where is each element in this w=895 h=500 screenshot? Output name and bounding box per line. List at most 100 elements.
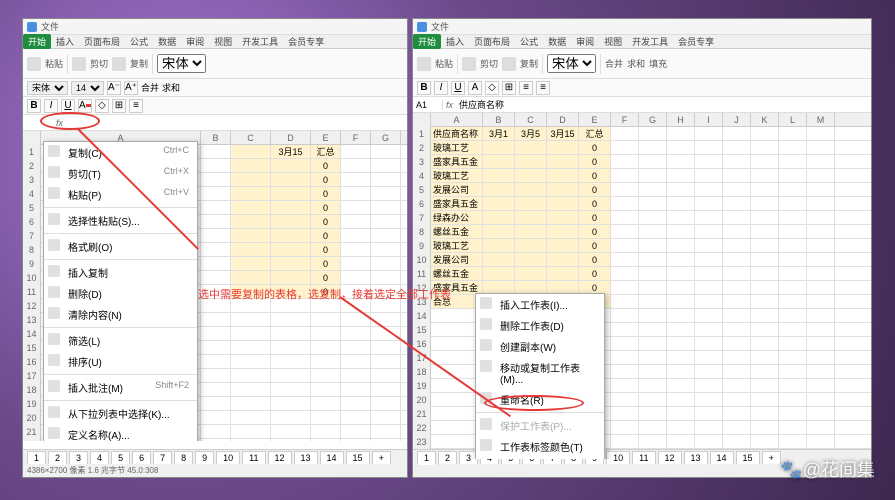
- fx-icon[interactable]: fx: [443, 100, 456, 110]
- tab-页面布局[interactable]: 页面布局: [79, 34, 125, 49]
- col-head[interactable]: H: [667, 113, 695, 126]
- cell[interactable]: [547, 239, 579, 252]
- cell[interactable]: [639, 253, 667, 266]
- cell[interactable]: [483, 253, 515, 266]
- cell[interactable]: [751, 197, 779, 210]
- cell[interactable]: [547, 197, 579, 210]
- cell[interactable]: [807, 211, 835, 224]
- cell[interactable]: 供应商名称: [431, 127, 483, 140]
- menu-item[interactable]: 删除工作表(D): [476, 315, 606, 336]
- cell[interactable]: [639, 239, 667, 252]
- cell[interactable]: [611, 295, 639, 308]
- cell[interactable]: [611, 127, 639, 140]
- paste-icon[interactable]: [417, 57, 431, 71]
- cell[interactable]: [639, 183, 667, 196]
- cell[interactable]: [779, 169, 807, 182]
- cell[interactable]: [723, 197, 751, 210]
- sheet-tab[interactable]: 15: [346, 451, 370, 464]
- cell[interactable]: [201, 173, 231, 186]
- bold-button[interactable]: B: [417, 81, 431, 95]
- cell[interactable]: [547, 183, 579, 196]
- italic-button[interactable]: I: [44, 99, 58, 113]
- cell[interactable]: [611, 211, 639, 224]
- cell[interactable]: [401, 257, 407, 270]
- menu-item[interactable]: 筛选(L): [44, 330, 197, 351]
- cell[interactable]: 0: [311, 229, 341, 242]
- menu-item[interactable]: 创建副本(W): [476, 336, 606, 357]
- cell[interactable]: [723, 239, 751, 252]
- grid[interactable]: ABCDEFGHIJKLM 1供应商名称3月1日3月5日3月15汇总2玻璃工艺0…: [413, 113, 871, 459]
- tab-开始[interactable]: 开始: [23, 34, 51, 49]
- cell[interactable]: [695, 127, 723, 140]
- cell[interactable]: [201, 229, 231, 242]
- sheet-tab[interactable]: 14: [710, 451, 734, 464]
- cell[interactable]: [695, 183, 723, 196]
- cell[interactable]: [667, 239, 695, 252]
- cell[interactable]: [807, 253, 835, 266]
- sheet-tab[interactable]: 10: [216, 451, 240, 464]
- cell[interactable]: [547, 225, 579, 238]
- cell[interactable]: 玻璃工艺: [431, 239, 483, 252]
- sheet-tab[interactable]: 14: [320, 451, 344, 464]
- sheet-tab[interactable]: 9: [195, 451, 214, 464]
- menu-item[interactable]: 定义名称(A)...: [44, 424, 197, 441]
- cell[interactable]: [371, 145, 401, 158]
- cell[interactable]: [483, 211, 515, 224]
- cell[interactable]: [695, 267, 723, 280]
- fill-color[interactable]: ◇: [485, 81, 499, 95]
- cell[interactable]: [271, 229, 311, 242]
- sheet-tab[interactable]: 8: [174, 451, 193, 464]
- cell[interactable]: [341, 215, 371, 228]
- cell[interactable]: [515, 197, 547, 210]
- col-head[interactable]: A: [431, 113, 483, 126]
- cell[interactable]: 玻璃工艺: [431, 141, 483, 154]
- cell[interactable]: [807, 155, 835, 168]
- tab-开发工具[interactable]: 开发工具: [237, 34, 283, 49]
- menu-item[interactable]: 格式刷(O): [44, 236, 197, 257]
- cell[interactable]: 0: [311, 201, 341, 214]
- cell[interactable]: [611, 267, 639, 280]
- cell[interactable]: [231, 159, 271, 172]
- col-head[interactable]: L: [779, 113, 807, 126]
- sheet-tab[interactable]: 13: [684, 451, 708, 464]
- cell[interactable]: [639, 211, 667, 224]
- font-color[interactable]: A: [468, 81, 482, 95]
- sheet-tab[interactable]: 3: [69, 451, 88, 464]
- cell[interactable]: [723, 127, 751, 140]
- sheet-tab[interactable]: 10: [606, 451, 630, 464]
- cell[interactable]: [201, 159, 231, 172]
- cell[interactable]: [371, 271, 401, 284]
- cell[interactable]: 0: [579, 141, 611, 154]
- cell[interactable]: [201, 271, 231, 284]
- tab-开始[interactable]: 开始: [413, 34, 441, 49]
- cell[interactable]: [611, 225, 639, 238]
- cell[interactable]: [667, 267, 695, 280]
- cell-reference[interactable]: A1: [413, 100, 443, 110]
- cell[interactable]: [751, 155, 779, 168]
- cell[interactable]: [271, 257, 311, 270]
- cell[interactable]: [779, 155, 807, 168]
- cell[interactable]: [547, 169, 579, 182]
- cell[interactable]: [515, 225, 547, 238]
- cell[interactable]: [751, 225, 779, 238]
- cell[interactable]: [695, 141, 723, 154]
- cell[interactable]: 0: [579, 253, 611, 266]
- cell[interactable]: 0: [579, 267, 611, 280]
- decrease-font[interactable]: A⁻: [107, 81, 121, 95]
- cell[interactable]: [695, 225, 723, 238]
- cell[interactable]: [639, 197, 667, 210]
- cell[interactable]: [483, 267, 515, 280]
- align-center[interactable]: ≡: [536, 81, 550, 95]
- cell[interactable]: [547, 141, 579, 154]
- col-head[interactable]: I: [695, 113, 723, 126]
- align-left[interactable]: ≡: [519, 81, 533, 95]
- menu-item[interactable]: 字号(F): [476, 457, 606, 459]
- col-head[interactable]: B: [483, 113, 515, 126]
- cell[interactable]: 0: [311, 159, 341, 172]
- cell[interactable]: [483, 141, 515, 154]
- cell[interactable]: [667, 295, 695, 308]
- cell[interactable]: [201, 215, 231, 228]
- cell[interactable]: [341, 257, 371, 270]
- cell[interactable]: [751, 183, 779, 196]
- border-button[interactable]: ⊞: [502, 81, 516, 95]
